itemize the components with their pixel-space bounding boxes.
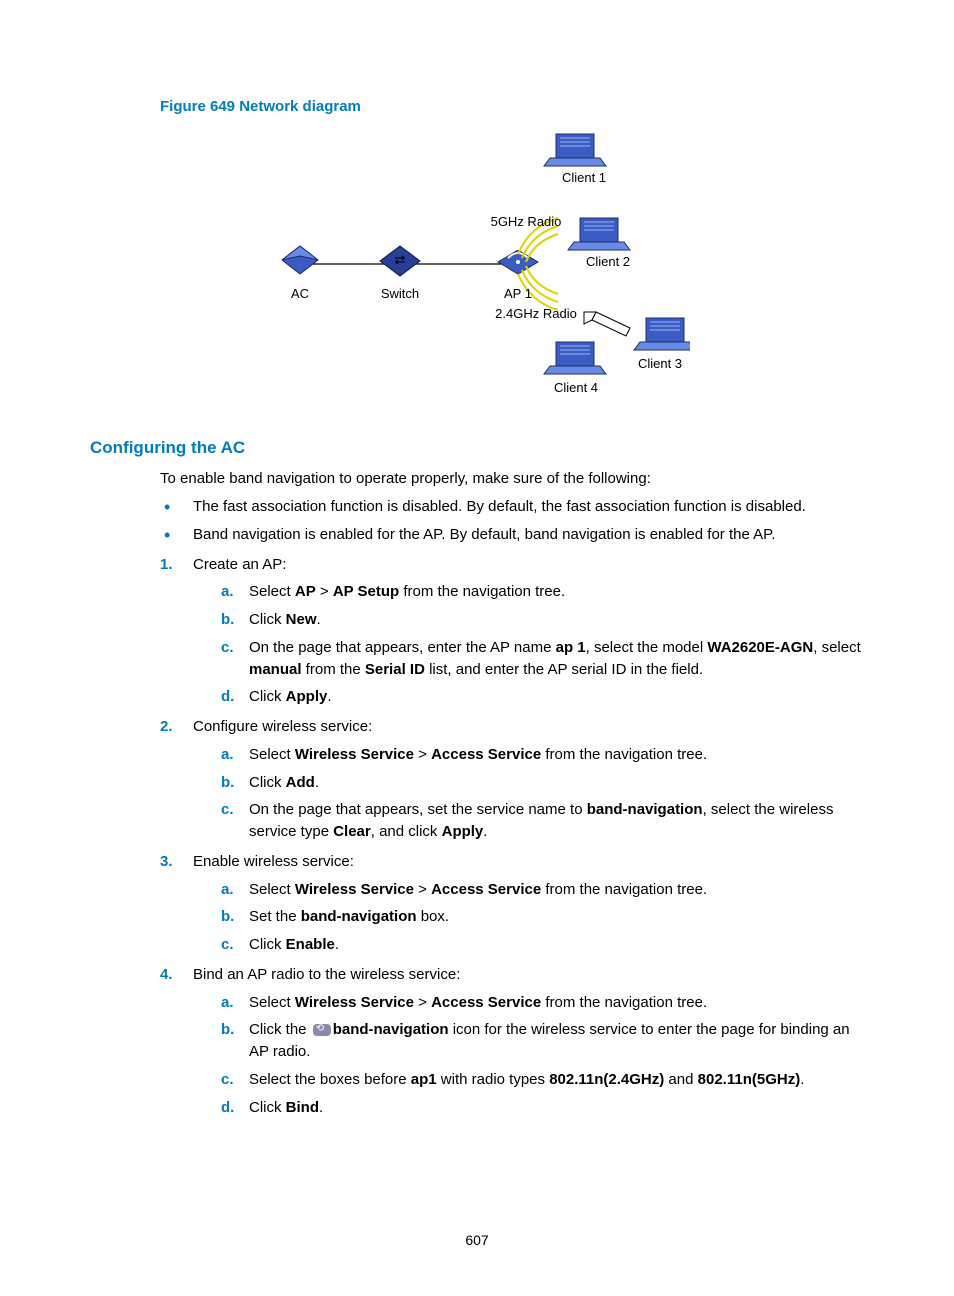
substep-item: On the page that appears, set the servic…: [221, 799, 864, 843]
substep-item: Click the band-navigation icon for the w…: [221, 1019, 864, 1063]
label-client2: Client 2: [586, 254, 630, 269]
substep-item: Click Apply.: [221, 686, 864, 708]
substep-item: Select Wireless Service > Access Service…: [221, 992, 864, 1014]
bullet-item: Band navigation is enabled for the AP. B…: [160, 524, 864, 546]
substep-item: Select Wireless Service > Access Service…: [221, 879, 864, 901]
substep-item: Select AP > AP Setup from the navigation…: [221, 581, 864, 603]
requirement-bullets: The fast association function is disable…: [160, 496, 864, 546]
label-switch: Switch: [381, 286, 419, 301]
label-radio-24ghz: 2.4GHz Radio: [495, 306, 577, 321]
label-client3: Client 3: [638, 356, 682, 371]
substep-item: Set the band-navigation box.: [221, 906, 864, 928]
page-number: 607: [0, 1230, 954, 1250]
step-item: Enable wireless service:Select Wireless …: [160, 851, 864, 956]
step-list: Create an AP:Select AP > AP Setup from t…: [160, 554, 864, 1119]
substep-item: Click Bind.: [221, 1097, 864, 1119]
step-item: Bind an AP radio to the wireless service…: [160, 964, 864, 1119]
label-client1: Client 1: [562, 170, 606, 185]
substep-item: Select Wireless Service > Access Service…: [221, 744, 864, 766]
substep-item: Click Add.: [221, 772, 864, 794]
intro-text: To enable band navigation to operate pro…: [160, 468, 864, 490]
step-item: Create an AP:Select AP > AP Setup from t…: [160, 554, 864, 709]
bullet-item: The fast association function is disable…: [160, 496, 864, 518]
substep-item: Select the boxes before ap1 with radio t…: [221, 1069, 864, 1091]
bind-icon: [313, 1024, 331, 1036]
label-radio-5ghz: 5GHz Radio: [491, 214, 562, 229]
substep-item: Click New.: [221, 609, 864, 631]
figure-caption: Figure 649 Network diagram: [160, 96, 864, 118]
substep-item: On the page that appears, enter the AP n…: [221, 637, 864, 681]
network-diagram: ⇄: [250, 126, 690, 406]
label-client4: Client 4: [554, 380, 598, 395]
label-ac: AC: [291, 286, 309, 301]
svg-text:⇄: ⇄: [395, 252, 406, 267]
label-ap: AP 1: [504, 286, 532, 301]
section-heading: Configuring the AC: [90, 436, 864, 461]
substep-item: Click Enable.: [221, 934, 864, 956]
step-item: Configure wireless service:Select Wirele…: [160, 716, 864, 843]
